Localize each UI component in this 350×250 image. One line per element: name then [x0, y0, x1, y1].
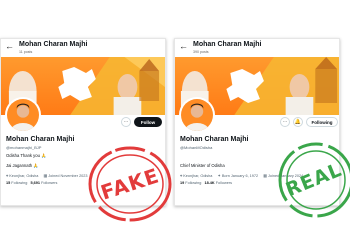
follow-counts: 15 Following 5,691 Followers	[6, 181, 57, 185]
profile-location: Keonjhar, Odisha	[9, 174, 39, 178]
calendar-icon: ▦	[263, 173, 267, 178]
following-label[interactable]: Following	[11, 181, 27, 185]
profile-name: Mohan Charan Majhi	[180, 136, 249, 143]
followers-label[interactable]: Followers	[216, 181, 232, 185]
followers-count[interactable]: 5,691	[31, 181, 41, 185]
follow-button[interactable]: Follow	[134, 117, 162, 127]
profile-born: Born January 6, 1972	[221, 174, 259, 178]
topbar-name: Mohan Charan Majhi	[193, 41, 262, 48]
topbar-name: Mohan Charan Majhi	[19, 41, 88, 48]
profile-meta: ⌖Keonjhar, Odisha ▦Joined November 2023	[6, 173, 88, 178]
profile-handle: @MohanMOdisha	[180, 145, 213, 150]
avatar-photo	[7, 99, 39, 131]
birthday-icon: ✦	[217, 173, 221, 178]
more-icon[interactable]: ⋯	[280, 117, 290, 127]
profile-location: Keonjhar, Odisha	[183, 174, 213, 178]
calendar-icon: ▦	[43, 173, 48, 178]
following-label[interactable]: Following	[185, 181, 201, 185]
follow-counts: 19 Following 18.4K Followers	[180, 181, 232, 185]
profile-handle: @mohanmajhi_BJP	[6, 145, 42, 150]
following-count[interactable]: 19	[180, 181, 184, 185]
profile-name: Mohan Charan Majhi	[6, 136, 75, 143]
profile-bio-line2: Jai Jagannath 🙏	[6, 163, 39, 168]
profile-topbar: ← Mohan Charan Majhi 11 posts	[1, 39, 165, 57]
notification-icon[interactable]: 🔔	[293, 117, 303, 127]
location-pin-icon: ⌖	[180, 173, 183, 178]
avatar-photo	[181, 99, 213, 131]
fake-stamp: FAKE	[84, 143, 176, 225]
following-button[interactable]: Following	[306, 117, 338, 127]
back-arrow-icon[interactable]: ←	[179, 42, 188, 51]
followers-count[interactable]: 18.4K	[205, 181, 215, 185]
profile-bio: Odisha Thank you 🙏	[6, 153, 47, 158]
profile-bio: Chief Minister of Odisha	[180, 163, 225, 168]
back-arrow-icon[interactable]: ←	[5, 42, 14, 51]
following-count[interactable]: 15	[6, 181, 10, 185]
post-count: 11 posts	[19, 50, 33, 54]
followers-label[interactable]: Followers	[41, 181, 57, 185]
location-pin-icon: ⌖	[6, 173, 9, 178]
post-count: 390 posts	[193, 50, 209, 54]
avatar[interactable]	[5, 97, 41, 133]
more-icon[interactable]: ⋯	[121, 117, 131, 127]
avatar[interactable]	[179, 97, 215, 133]
real-stamp: REAL	[278, 139, 350, 221]
profile-topbar: ← Mohan Charan Majhi 390 posts	[175, 39, 339, 57]
